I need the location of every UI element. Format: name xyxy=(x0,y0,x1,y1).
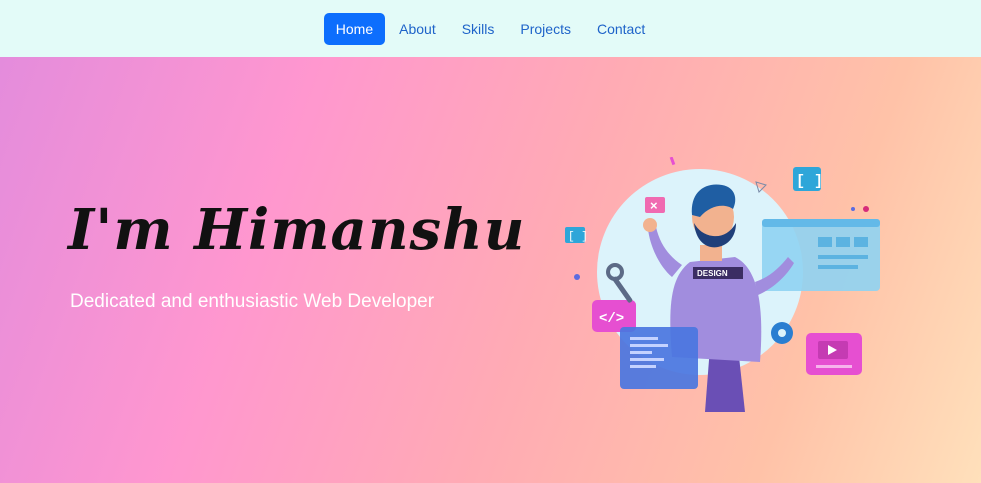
nav-link-skills[interactable]: Skills xyxy=(450,13,507,45)
shirt-design-label: DESIGN xyxy=(697,269,728,278)
nav-link-home[interactable]: Home xyxy=(323,12,386,45)
nav-link-about[interactable]: About xyxy=(387,13,448,45)
svg-text:[ ]: [ ] xyxy=(796,173,823,190)
confetti-dot xyxy=(851,207,855,211)
nav-item-about: About xyxy=(387,13,448,45)
nav-link-projects[interactable]: Projects xyxy=(508,13,583,45)
hero-section: I'm Himanshu Dedicated and enthusiastic … xyxy=(0,57,981,483)
hero-title: I'm Himanshu xyxy=(68,197,526,263)
hero-subtitle: Dedicated and enthusiastic Web Developer xyxy=(70,291,435,312)
confetti-dot xyxy=(863,206,869,212)
nav-link-contact[interactable]: Contact xyxy=(585,13,657,45)
svg-text:</>: </> xyxy=(599,311,624,327)
svg-text:×: × xyxy=(650,198,658,213)
video-player-card xyxy=(806,333,862,375)
nav-item-contact: Contact xyxy=(585,13,657,45)
nav-item-projects: Projects xyxy=(508,13,583,45)
code-editor-panel xyxy=(620,327,698,389)
confetti-dash xyxy=(669,157,676,166)
confetti-dot xyxy=(574,274,580,280)
nav-item-skills: Skills xyxy=(450,13,507,45)
developer-illustration: [ ] [ ] × DESIGN </> xyxy=(565,157,880,412)
gear-icon xyxy=(771,322,793,344)
nav-list: Home About Skills Projects Contact xyxy=(323,12,657,45)
svg-text:[ ]: [ ] xyxy=(568,231,588,243)
top-navbar: Home About Skills Projects Contact xyxy=(0,0,981,57)
nav-item-home: Home xyxy=(323,12,386,45)
